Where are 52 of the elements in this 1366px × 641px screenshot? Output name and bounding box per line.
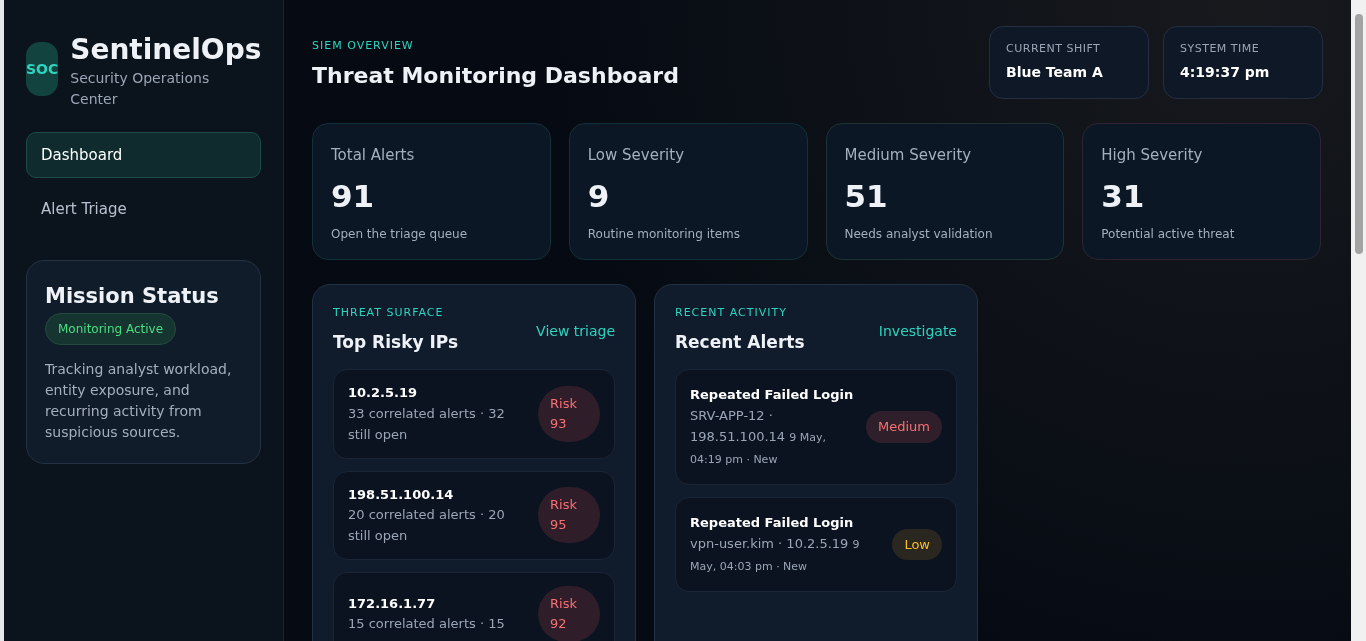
stat-value: 91 [331, 176, 376, 216]
stat-value: 51 [844, 176, 889, 216]
panel-eyebrow: RECENT ACTIVITY [675, 305, 788, 321]
mission-description: Tracking analyst workload, entity exposure, and recurring activity from suspicious sources. [45, 360, 233, 442]
ip-address: 10.2.5.19 [348, 384, 419, 402]
stat-value: 9 [587, 176, 611, 216]
brand-name: SentinelOps [70, 32, 262, 68]
investigate-link[interactable]: Investigate [878, 321, 957, 342]
info-label: SYSTEM TIME [1180, 41, 1261, 57]
stat-value: 31 [1101, 176, 1146, 216]
stat-note: Routine monitoring items [587, 226, 742, 243]
severity-badge: Medium [866, 411, 942, 443]
risk-badge: Risk 95 [538, 487, 600, 544]
severity-badge: Low [892, 528, 942, 561]
logo: SOC [26, 42, 59, 96]
info-label: CURRENT SHIFT [1006, 41, 1102, 57]
alert-detail: SRV-APP-12 · 198.51.100.14 9 May, 04:19 pm · New [690, 407, 827, 468]
panel-eyebrow: THREAT SURFACE [333, 305, 445, 321]
risk-badge: Risk 93 [538, 385, 600, 442]
ip-address: 198.51.100.14 [348, 485, 455, 504]
ip-card[interactable]: 10.2.5.19 33 correlated alerts · 32 still open Risk 93 [333, 369, 615, 459]
alert-card[interactable]: Repeated Failed Login vpn-user.kim · 10.2.5.19 9 May, 04:03 pm · New Low [675, 497, 957, 592]
ip-address: 172.16.1.77 [348, 594, 437, 613]
ip-detail: 20 correlated alerts · 20 still open [348, 506, 506, 545]
ip-card[interactable]: 198.51.100.14 20 correlated alerts · 20 still open Risk 95 [333, 470, 615, 560]
stat-label: High Severity [1101, 145, 1204, 166]
alert-title: Repeated Failed Login [690, 514, 855, 532]
page-title: Threat Monitoring Dashboard [312, 61, 679, 90]
nav-item[interactable]: Alert Triage [26, 186, 261, 232]
stat-label: Low Severity [587, 145, 685, 166]
brand-subtitle: Security Operations Center [70, 69, 211, 109]
nav-item[interactable]: Dashboard [26, 132, 261, 178]
eyebrow: SIEM OVERVIEW [312, 38, 415, 54]
info-value: 4:19:37 pm [1180, 62, 1271, 82]
stat-note: Open the triage queue [331, 226, 469, 243]
stat-note: Potential active threat [1101, 226, 1236, 243]
status-badge: Monitoring Active [45, 313, 177, 345]
mission-title: Mission Status [45, 283, 219, 310]
alert-title: Repeated Failed Login [690, 386, 855, 404]
risk-badge: Risk 92 [538, 586, 600, 641]
ip-detail: 15 correlated alerts · 15 [348, 615, 506, 634]
panel-title: Recent Alerts [675, 330, 805, 354]
ip-card[interactable]: 172.16.1.77 15 correlated alerts · 15 Risk 92 [333, 572, 615, 641]
ip-detail: 33 correlated alerts · 32 still open [348, 404, 506, 444]
info-value: Blue Team A [1006, 62, 1104, 82]
view-triage-link[interactable]: View triage [536, 321, 615, 342]
stat-label: Total Alerts [331, 145, 416, 166]
alert-card[interactable]: Repeated Failed Login SRV-APP-12 · 198.51.100.14 9 May, 04:19 pm · New Medium [675, 369, 957, 485]
panel-title: Top Risky IPs [333, 330, 459, 354]
stat-note: Needs analyst validation [844, 226, 994, 243]
alert-detail: vpn-user.kim · 10.2.5.19 9 May, 04:03 pm · New [690, 535, 861, 575]
stat-label: Medium Severity [844, 145, 973, 166]
